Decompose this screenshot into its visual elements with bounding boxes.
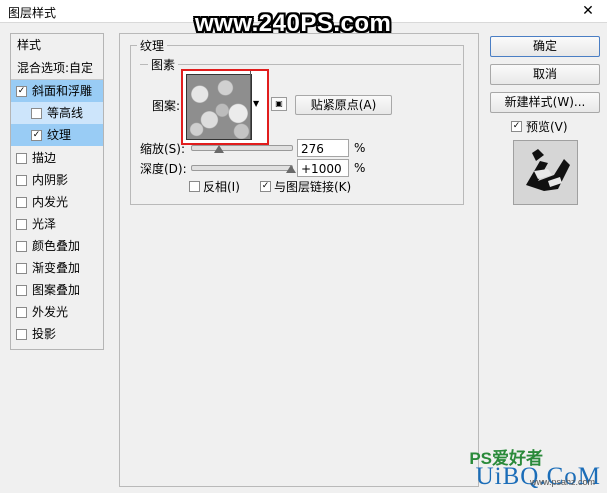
style-item-stroke[interactable]: 描边 — [11, 147, 103, 169]
blend-options-label: 混合选项:自定 — [17, 61, 94, 75]
inner-glow-checkbox[interactable] — [16, 197, 27, 208]
scale-input[interactable]: 276 — [297, 139, 349, 157]
depth-slider[interactable] — [191, 165, 293, 171]
preview-checkbox[interactable]: ✓ — [511, 121, 522, 132]
invert-checkbox[interactable] — [189, 181, 200, 192]
gradient-overlay-checkbox[interactable] — [16, 263, 27, 274]
style-item-inner-glow[interactable]: 内发光 — [11, 191, 103, 213]
style-item-label: 外发光 — [32, 305, 69, 319]
style-item-label: 内阴影 — [32, 173, 69, 187]
depth-input[interactable]: +1000 — [297, 159, 349, 177]
depth-label: 深度(D): — [140, 162, 187, 176]
invert-label: 反相(I) — [203, 180, 240, 194]
style-item-drop-shadow[interactable]: 投影 — [11, 323, 103, 345]
pattern-label: 图案: — [152, 99, 181, 113]
dropdown-arrow-icon[interactable]: ▼ — [253, 99, 259, 108]
style-item-label: 纹理 — [47, 128, 72, 142]
style-item-label: 图案叠加 — [32, 283, 81, 297]
style-item-bevel-emboss[interactable]: ✓ 斜面和浮雕 — [11, 80, 103, 102]
ok-button[interactable]: 确定 — [490, 36, 600, 57]
outer-glow-checkbox[interactable] — [16, 307, 27, 318]
style-item-satin[interactable]: 光泽 — [11, 213, 103, 235]
watermark-url: www.psahz.com — [529, 477, 595, 487]
blend-options-item[interactable]: 混合选项:自定 — [11, 57, 103, 80]
style-item-texture[interactable]: ✓ 纹理 — [11, 124, 103, 146]
cancel-button[interactable]: 取消 — [490, 64, 600, 85]
depth-unit: % — [354, 161, 366, 175]
color-overlay-checkbox[interactable] — [16, 241, 27, 252]
style-item-color-overlay[interactable]: 颜色叠加 — [11, 235, 103, 257]
style-item-label: 等高线 — [47, 106, 84, 120]
pattern-picker[interactable]: ▼ — [181, 69, 269, 145]
scale-slider[interactable] — [191, 145, 293, 151]
pattern-overlay-checkbox[interactable] — [16, 285, 27, 296]
style-item-label: 斜面和浮雕 — [32, 84, 93, 98]
satin-checkbox[interactable] — [16, 219, 27, 230]
style-item-contour[interactable]: 等高线 — [11, 102, 103, 124]
window-title: 图层样式 — [8, 6, 57, 20]
stroke-checkbox[interactable] — [16, 153, 27, 164]
scale-slider-thumb[interactable] — [213, 145, 224, 153]
depth-slider-thumb[interactable] — [286, 165, 296, 173]
style-item-label: 内发光 — [32, 195, 69, 209]
styles-list: 样式 混合选项:自定 ✓ 斜面和浮雕 等高线 ✓ 纹理 描边 内阴影 内发光 光… — [10, 33, 104, 350]
pattern-divider — [250, 71, 251, 139]
link-with-layer-checkbox[interactable]: ✓ — [260, 181, 271, 192]
inner-shadow-checkbox[interactable] — [16, 175, 27, 186]
link-with-layer-label: 与图层链接(K) — [274, 180, 352, 194]
style-item-gradient-overlay[interactable]: 渐变叠加 — [11, 257, 103, 279]
new-preset-icon[interactable]: ▣ — [271, 97, 287, 111]
pattern-subgroup-label: 图素 — [148, 56, 179, 73]
snap-to-origin-button[interactable]: 贴紧原点(A) — [295, 95, 392, 115]
new-style-button[interactable]: 新建样式(W)... — [490, 92, 600, 113]
bevel-emboss-checkbox[interactable]: ✓ — [16, 86, 27, 97]
style-item-label: 颜色叠加 — [32, 239, 81, 253]
watermark-bottom: PS爱好者 UiBQ.CoM www.psahz.com — [401, 431, 601, 491]
style-item-label: 描边 — [32, 151, 57, 165]
style-item-inner-shadow[interactable]: 内阴影 — [11, 169, 103, 191]
contour-checkbox[interactable] — [31, 108, 42, 119]
texture-checkbox[interactable]: ✓ — [31, 130, 42, 141]
style-item-label: 光泽 — [32, 217, 57, 231]
style-item-pattern-overlay[interactable]: 图案叠加 — [11, 279, 103, 301]
styles-header-label: 样式 — [17, 38, 42, 52]
scale-label: 缩放(S): — [140, 142, 186, 156]
pattern-swatch[interactable] — [186, 74, 252, 140]
texture-group-label: 纹理 — [137, 37, 168, 54]
styles-header[interactable]: 样式 — [11, 34, 103, 56]
style-preview — [513, 140, 578, 205]
pattern-subgroup-line — [140, 64, 461, 65]
preview-thumbnail-icon — [526, 149, 570, 191]
close-icon[interactable]: ✕ — [579, 2, 597, 20]
drop-shadow-checkbox[interactable] — [16, 329, 27, 340]
preview-label: 预览(V) — [526, 120, 568, 134]
style-item-label: 渐变叠加 — [32, 261, 81, 275]
style-item-outer-glow[interactable]: 外发光 — [11, 301, 103, 323]
scale-unit: % — [354, 141, 366, 155]
style-item-label: 投影 — [32, 327, 57, 341]
